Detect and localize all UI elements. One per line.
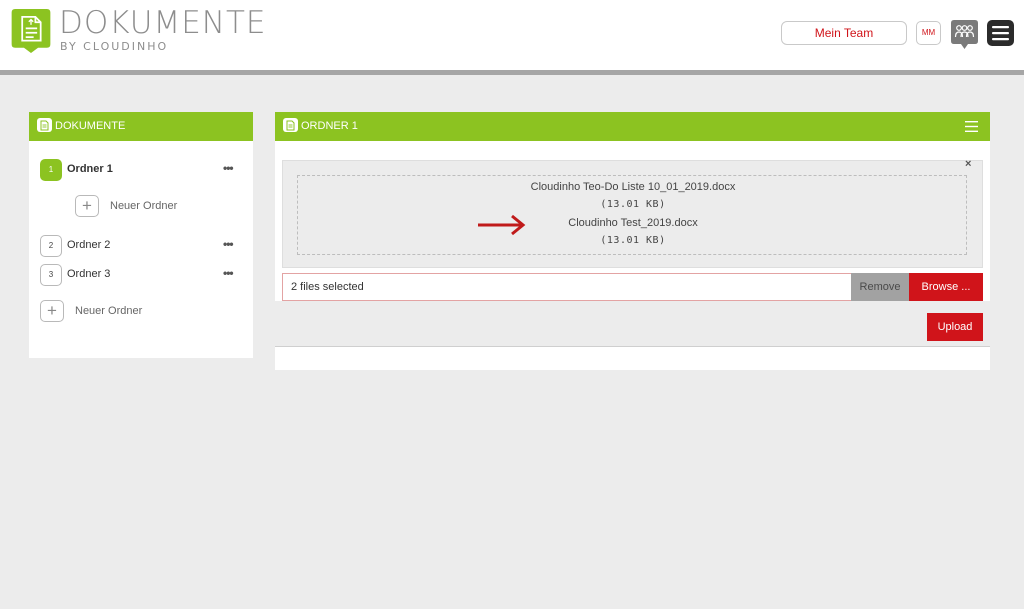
new-subfolder-button[interactable]: + Neuer Ordner bbox=[75, 195, 225, 219]
content-header: ORDNER 1 bbox=[275, 112, 990, 141]
browse-button[interactable]: Browse ... bbox=[909, 273, 983, 301]
content-title: ORDNER 1 bbox=[301, 120, 358, 132]
new-folder-button[interactable]: + Neuer Ordner bbox=[40, 300, 190, 324]
app-header: DOKUMENTE BY CLOUDINHO Mein Team MM bbox=[0, 0, 1024, 70]
remove-button[interactable]: Remove bbox=[851, 273, 909, 301]
app-title: DOKUMENTE bbox=[59, 5, 267, 41]
menu-icon[interactable] bbox=[987, 20, 1014, 46]
panel-menu-icon[interactable] bbox=[965, 121, 978, 132]
header-divider bbox=[0, 70, 1024, 75]
sidebar-item-ordner-1[interactable]: 1 Ordner 1 bbox=[40, 159, 245, 181]
folder-options-icon[interactable]: ••• bbox=[223, 266, 234, 280]
file-upload-preview: Cloudinho Teo-Do Liste 10_01_2019.docx (… bbox=[282, 160, 983, 268]
folder-label: Ordner 1 bbox=[67, 163, 113, 175]
app-subtitle: BY CLOUDINHO bbox=[60, 40, 169, 53]
folder-sidebar: DOKUMENTE 1 Ordner 1 ••• + Neuer Ordner … bbox=[29, 112, 253, 358]
plus-icon: + bbox=[40, 300, 64, 322]
sidebar-header: DOKUMENTE bbox=[29, 112, 253, 141]
document-icon bbox=[37, 118, 52, 132]
selected-file-name: Cloudinho Test_2019.docx bbox=[568, 217, 698, 229]
people-icon[interactable] bbox=[951, 20, 978, 50]
document-logo-icon[interactable] bbox=[9, 9, 53, 53]
plus-icon: + bbox=[75, 195, 99, 217]
folder-label: Ordner 3 bbox=[67, 268, 111, 280]
document-icon bbox=[283, 118, 298, 132]
folder-options-icon[interactable]: ••• bbox=[223, 237, 234, 251]
upload-toolbar: Upload bbox=[275, 301, 990, 347]
file-drop-zone[interactable]: Cloudinho Teo-Do Liste 10_01_2019.docx (… bbox=[297, 175, 967, 255]
folder-label: Ordner 2 bbox=[67, 239, 111, 251]
sidebar-item-ordner-2[interactable]: 2 Ordner 2 bbox=[40, 235, 245, 257]
folder-number-badge: 1 bbox=[40, 159, 62, 181]
upload-button[interactable]: Upload bbox=[927, 313, 983, 341]
file-input-caption[interactable]: 2 files selected bbox=[282, 273, 852, 301]
sidebar-title: DOKUMENTE bbox=[55, 120, 126, 132]
folder-number-badge: 3 bbox=[40, 264, 62, 286]
close-icon[interactable]: × bbox=[965, 158, 971, 170]
new-folder-label: Neuer Ordner bbox=[110, 200, 178, 212]
new-folder-label: Neuer Ordner bbox=[75, 305, 143, 317]
my-team-button[interactable]: Mein Team bbox=[781, 21, 907, 45]
selected-file-name: Cloudinho Teo-Do Liste 10_01_2019.docx bbox=[530, 181, 736, 193]
selected-file-size: (13.01 KB) bbox=[600, 235, 666, 246]
arrow-right-icon bbox=[478, 214, 526, 236]
sidebar-item-ordner-3[interactable]: 3 Ordner 3 bbox=[40, 264, 245, 286]
selected-file-size: (13.01 KB) bbox=[600, 199, 666, 210]
folder-content-panel: ORDNER 1 Cloudinho Teo-Do Liste 10_01_20… bbox=[275, 112, 990, 370]
folder-options-icon[interactable]: ••• bbox=[223, 161, 234, 175]
folder-number-badge: 2 bbox=[40, 235, 62, 257]
user-avatar-button[interactable]: MM bbox=[916, 21, 941, 45]
